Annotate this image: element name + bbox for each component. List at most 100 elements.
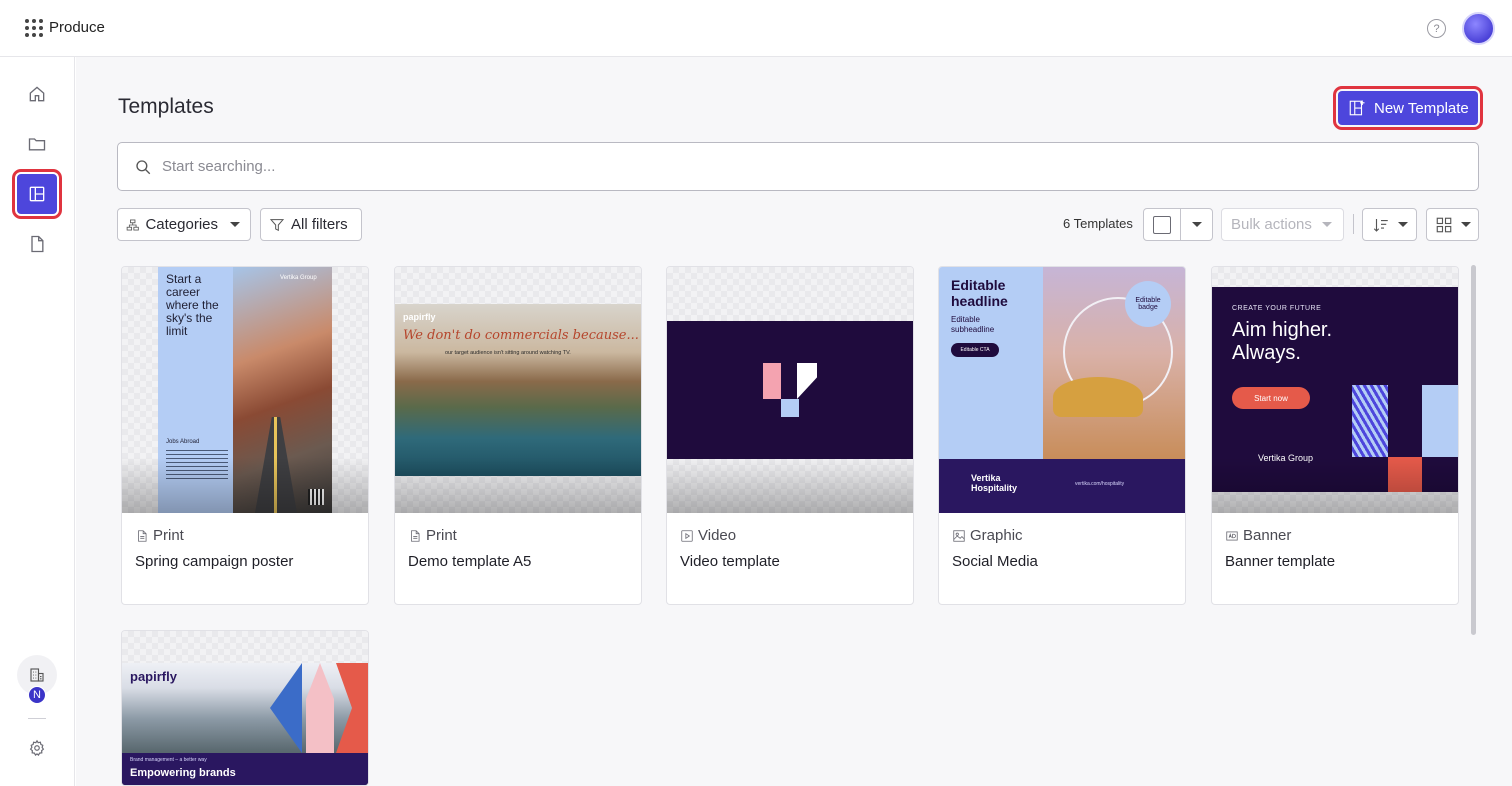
- papirfly-logo: papirfly: [403, 312, 436, 322]
- video-icon: [681, 529, 693, 542]
- card-type: Print: [135, 527, 184, 544]
- gear-icon: [29, 739, 45, 756]
- select-all-control: [1143, 208, 1213, 241]
- banner-shape-blue: [1422, 385, 1458, 457]
- template-thumbnail: papirfly We don't do commercials because…: [395, 267, 641, 513]
- banner-headline: Aim higher. Always.: [1232, 319, 1333, 364]
- social-subheadline: Editable subheadline: [951, 315, 995, 334]
- card-name: Demo template A5: [408, 553, 532, 570]
- main-content: Templates New Template Categories All fi…: [76, 57, 1512, 786]
- select-options-dropdown[interactable]: [1181, 209, 1212, 240]
- logo-shape-white: [797, 363, 817, 399]
- template-thumbnail: Editable headline Editable subheadline E…: [939, 267, 1185, 513]
- card-type: Video: [680, 527, 736, 544]
- sort-dropdown[interactable]: [1362, 208, 1417, 241]
- chevron-down-icon: [1397, 222, 1408, 227]
- bulk-actions-dropdown[interactable]: Bulk actions: [1221, 208, 1344, 241]
- all-filters-label: All filters: [291, 216, 348, 233]
- social-headline: Editable headline: [951, 277, 1008, 309]
- poster-headline: Start a career where the sky's the limit: [166, 272, 219, 338]
- poster-brand: Vertika Group: [280, 275, 317, 281]
- scrollbar[interactable]: [1471, 265, 1476, 635]
- banner-pattern: [1352, 385, 1388, 457]
- sidebar-divider: [28, 718, 46, 719]
- template-card-banner-template[interactable]: CREATE YOUR FUTURE Aim higher. Always. S…: [1211, 266, 1459, 605]
- page-title: Templates: [118, 95, 214, 118]
- empowering-art: papirfly Brand management – a better way…: [122, 663, 368, 785]
- chevron-down-icon: [230, 222, 240, 227]
- template-card-video-template[interactable]: Video Video template: [666, 266, 914, 605]
- search-bar: [117, 142, 1479, 191]
- banner-kicker: CREATE YOUR FUTURE: [1232, 305, 1322, 312]
- banner-cta: Start now: [1232, 387, 1310, 409]
- select-all-checkbox[interactable]: [1144, 209, 1181, 240]
- add-template-icon: [1349, 100, 1365, 116]
- document-icon: [31, 235, 44, 253]
- card-name: Spring campaign poster: [135, 553, 294, 570]
- organization-badge: N: [28, 686, 46, 704]
- app-launcher-icon[interactable]: [24, 18, 44, 38]
- top-bar: Produce ?: [0, 0, 1512, 57]
- help-icon[interactable]: ?: [1427, 19, 1446, 38]
- categories-label: Categories: [145, 216, 218, 233]
- social-badge: Editable badge: [1125, 281, 1171, 327]
- video-art: [667, 321, 913, 459]
- checkbox-box: [1153, 215, 1171, 234]
- search-icon: [136, 159, 151, 174]
- chevron-down-icon: [1460, 222, 1471, 227]
- card-name: Social Media: [952, 553, 1038, 570]
- empowering-footer: Brand management – a better way Empoweri…: [122, 753, 368, 785]
- sort-icon: [1373, 218, 1388, 232]
- settings-button[interactable]: [26, 737, 48, 759]
- card-type-label: Video: [698, 527, 737, 544]
- folder-icon: [28, 138, 46, 151]
- sidebar-item-home[interactable]: [15, 72, 59, 116]
- print-icon: [138, 529, 147, 542]
- landscape-art: papirfly We don't do commercials because…: [395, 304, 641, 476]
- card-name: Banner template: [1225, 553, 1336, 570]
- template-card-demo-template-a5[interactable]: papirfly We don't do commercials because…: [394, 266, 642, 605]
- empowering-headline: Empowering brands: [130, 767, 236, 779]
- card-type-label: Print: [426, 527, 457, 544]
- app-name: Produce: [49, 19, 105, 36]
- card-name: Video template: [680, 553, 780, 570]
- sidebar-item-templates[interactable]: [12, 169, 62, 219]
- logo-shape-blue: [781, 399, 799, 417]
- filter-icon: [269, 218, 285, 231]
- bulk-actions-label: Bulk actions: [1231, 216, 1312, 233]
- papirfly-logo: papirfly: [130, 669, 177, 684]
- sidebar: N: [0, 57, 75, 786]
- home-icon: [29, 86, 45, 102]
- social-cta: Editable CTA: [951, 343, 999, 357]
- search-input[interactable]: [162, 158, 1462, 175]
- sidebar-item-files[interactable]: [15, 122, 59, 166]
- template-card-spring-campaign-poster[interactable]: Start a career where the sky's the limit…: [121, 266, 369, 605]
- empowering-kicker: Brand management – a better way: [130, 757, 207, 763]
- banner-icon: [1226, 531, 1238, 540]
- template-card-empowering-brands[interactable]: papirfly Brand management – a better way…: [121, 630, 369, 786]
- card-type: Graphic: [952, 527, 1023, 544]
- templates-count: 6 Templates: [1063, 216, 1133, 231]
- logo-shape-pink: [763, 363, 781, 399]
- templates-icon: [29, 186, 45, 202]
- template-card-social-media[interactable]: Editable headline Editable subheadline E…: [938, 266, 1186, 605]
- social-brand: Vertika Hospitality: [971, 473, 1018, 493]
- avatar[interactable]: [1462, 12, 1495, 45]
- new-template-label: New Template: [1374, 99, 1469, 117]
- card-type-label: Graphic: [970, 527, 1023, 544]
- template-thumbnail: papirfly Brand management – a better way…: [122, 631, 368, 785]
- card-type-label: Print: [153, 527, 184, 544]
- categories-dropdown[interactable]: Categories: [117, 208, 251, 241]
- poster-section: Jobs Abroad: [166, 439, 200, 445]
- social-footer: Vertika Hospitality vertika.com/hospital…: [939, 459, 1185, 513]
- view-mode-dropdown[interactable]: [1426, 208, 1479, 241]
- card-type-label: Banner: [1243, 527, 1292, 544]
- chevron-down-icon: [1321, 222, 1332, 227]
- new-template-button[interactable]: New Template: [1333, 86, 1483, 130]
- toolbar-divider: [1353, 214, 1354, 234]
- all-filters-button[interactable]: All filters: [260, 208, 362, 241]
- landscape-subline: our target audience isn't sitting around…: [445, 350, 571, 356]
- template-thumbnail: [667, 267, 913, 513]
- social-art: Editable headline Editable subheadline E…: [939, 267, 1185, 513]
- sidebar-item-documents[interactable]: [15, 222, 59, 266]
